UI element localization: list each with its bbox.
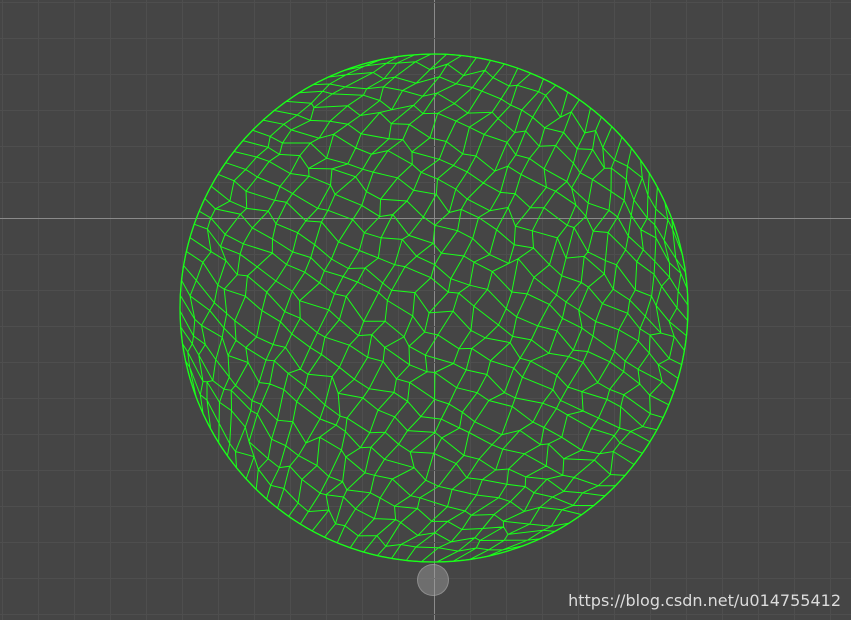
pivot-handle-icon[interactable] — [417, 564, 449, 596]
wireframe-mesh-disc[interactable] — [0, 0, 851, 620]
mesh-wireframe-edges — [179, 53, 689, 563]
scene-viewport[interactable]: https://blog.csdn.net/u014755412 — [0, 0, 851, 620]
watermark-text: https://blog.csdn.net/u014755412 — [568, 591, 841, 610]
